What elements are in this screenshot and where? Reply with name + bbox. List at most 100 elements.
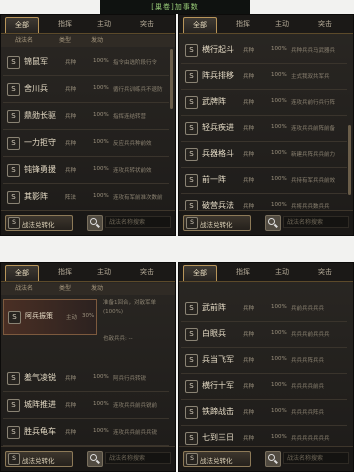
tactic-rate: 100% [93, 374, 109, 380]
list-item[interactable]: S 鼎勋长驱 兵种 100% 指挥连结转营 [3, 103, 169, 130]
tactic-rate: 100% [271, 72, 287, 78]
tab-bar: 全部 指挥 主动 突击 [179, 15, 353, 34]
tab-all[interactable]: 全部 [5, 17, 39, 33]
tactic-type: 兵种 [65, 376, 77, 382]
tactic-convert-button[interactable]: S 战法兑转化 [183, 451, 251, 467]
tactic-convert-button[interactable]: S 战法兑转化 [183, 215, 251, 231]
tactic-name: 武牌阵 [202, 97, 226, 106]
tactic-type: 兵种 [65, 114, 77, 120]
search-icon[interactable] [87, 215, 103, 231]
s-rank-icon: S [8, 217, 20, 229]
search-icon[interactable] [265, 215, 281, 231]
list-item[interactable]: S 阵兵排移 兵种 100% 主式我双共军兵 [181, 63, 347, 90]
search-input[interactable]: 战法名称搜索 [105, 452, 171, 464]
tab-active[interactable]: 主动 [87, 17, 121, 32]
tab-all[interactable]: 全部 [183, 17, 217, 33]
tactic-rate: 100% [271, 150, 287, 156]
list-item[interactable]: S 武前阵 兵种 100% 兵前兵兵兵兵 [181, 295, 347, 322]
list-item[interactable]: S 横行十军 兵种 100% 兵兵兵兵前兵 [181, 373, 347, 400]
tactic-desc: 兵兵兵兵前兵 [291, 384, 325, 390]
tactic-panel-bottom-right: 全部 指挥 主动 突击 S 武前阵 兵种 100% 兵前兵兵兵兵 S 白眼兵 兵种 100% 兵… [178, 262, 354, 472]
tactic-name: 阵兵排移 [202, 71, 234, 80]
s-rank-icon: S [7, 399, 20, 412]
tactic-type: 兵种 [243, 178, 255, 184]
s-rank-icon: S [185, 406, 198, 419]
tab-all[interactable]: 全部 [5, 265, 39, 281]
s-rank-icon: S [185, 380, 198, 393]
list-item[interactable]: S 轻兵疾进 兵种 100% 连攻兵兵前阵前备 [181, 115, 347, 142]
tactic-rate: 100% [271, 408, 287, 414]
scrollbar[interactable] [348, 125, 351, 195]
tactic-rate: 100% [93, 85, 109, 91]
tactic-type: 兵种 [65, 87, 77, 93]
list-item[interactable]: S 锦鼠军 兵种 100% 指令由选阶段行令 [3, 49, 169, 76]
tactic-convert-button[interactable]: S 战法兑转化 [5, 451, 73, 467]
s-rank-icon: S [185, 432, 198, 445]
list-item[interactable]: S 武牌阵 兵种 100% 连攻兵前行兵行阵 [181, 89, 347, 116]
tactic-desc: 兵兵兵阵兵兵 [291, 358, 325, 364]
tab-command[interactable]: 指挥 [227, 265, 259, 280]
tab-assault[interactable]: 突击 [305, 17, 345, 32]
tactic-name: 舍川兵 [24, 84, 48, 93]
list-item[interactable]: S 兵器格斗 兵种 100% 新建兵阵兵兵前力 [181, 141, 347, 168]
s-rank-icon: S [8, 453, 20, 465]
tab-assault[interactable]: 突击 [305, 265, 345, 280]
tactic-type: 兵种 [243, 332, 255, 338]
tactic-desc: 连攻兵兵前兵兵锐 [113, 430, 158, 436]
tactic-rate: 100% [93, 193, 109, 199]
s-rank-icon: S [8, 311, 21, 324]
header-name: 战法名 [15, 37, 34, 44]
list-item[interactable]: S 兵当飞军 兵种 100% 兵兵兵阵兵兵 [181, 347, 347, 374]
tab-active[interactable]: 主动 [265, 265, 299, 280]
tactic-name: 兵器格斗 [202, 149, 234, 158]
tactic-type: 兵种 [243, 204, 255, 210]
tactic-desc: 连攻有军前准次数前 [113, 195, 163, 201]
tactic-name: 轻兵疾进 [202, 123, 234, 132]
s-rank-icon: S [7, 426, 20, 439]
tab-active[interactable]: 主动 [265, 17, 299, 32]
list-item[interactable]: S 钝锋勇援 兵种 100% 连攻兵转状前效 [3, 157, 169, 184]
search-input[interactable]: 战法名称搜索 [105, 216, 171, 228]
s-rank-icon: S [7, 137, 20, 150]
tab-command[interactable]: 指挥 [227, 17, 259, 32]
tactic-type: 兵种 [65, 430, 77, 436]
tactic-type: 兵种 [243, 436, 255, 442]
list-item[interactable]: S 舍川兵 兵种 100% 循行兵训练兵不退防 [3, 76, 169, 103]
tactic-type: 兵种 [243, 74, 255, 80]
s-rank-icon: S [7, 83, 20, 96]
tactic-rate: 100% [93, 401, 109, 407]
tactic-rate: 100% [271, 202, 287, 208]
list-item[interactable]: S 白眼兵 兵种 100% 兵兵兵前兵兵兵 [181, 321, 347, 348]
tab-assault[interactable]: 突击 [127, 17, 167, 32]
tab-all[interactable]: 全部 [183, 265, 217, 281]
search-input[interactable]: 战法名称搜索 [283, 216, 349, 228]
list-item[interactable]: S 铁蹄战击 兵种 100% 兵兵兵兵阵兵 [181, 399, 347, 426]
search-icon[interactable] [87, 451, 103, 467]
tab-command[interactable]: 指挥 [49, 265, 81, 280]
scrollbar[interactable] [170, 49, 173, 109]
list-item[interactable]: S 横行起斗 兵种 100% 兵种兵兵马武器兵 [181, 37, 347, 64]
tab-bar: 全部 指挥 主动 突击 [1, 263, 175, 282]
tactic-desc: 连攻兵兵前阵前备 [291, 126, 336, 132]
header-trigger: 发动 [91, 37, 104, 44]
search-input[interactable]: 战法名称搜索 [283, 452, 349, 464]
tactic-desc: 兵兵兵前兵兵兵 [291, 332, 330, 338]
search-icon[interactable] [265, 451, 281, 467]
tactic-name: 横行起斗 [202, 45, 234, 54]
tactic-rate: 100% [271, 46, 287, 52]
list-item[interactable]: S 城阵推进 兵种 100% 连攻兵兵前兵锐前 [3, 392, 169, 419]
tactic-convert-button[interactable]: S 战法兑转化 [5, 215, 73, 231]
list-item[interactable]: S 前一阵 兵种 100% 兵持有军兵兵前效 [181, 167, 347, 194]
list-item[interactable]: S 一力拒守 兵种 100% 反应兵兵种前效 [3, 130, 169, 157]
list-item[interactable]: S 羞气凌锐 兵种 100% 阿兵行兵转锐 [3, 365, 169, 392]
detail-line: 准备1回合，对敌军单 [103, 300, 156, 306]
selected-list-item[interactable]: S 阿兵振策 主动 30% [3, 299, 97, 335]
tab-command[interactable]: 指挥 [49, 17, 81, 32]
list-item[interactable]: S 胜兵龟车 兵种 100% 连攻兵兵前兵兵锐 [3, 419, 169, 446]
tab-assault[interactable]: 突击 [127, 265, 167, 280]
s-rank-icon: S [185, 354, 198, 367]
list-item[interactable]: S 其影阵 阵法 100% 连攻有军前准次数前 [3, 184, 169, 211]
tactic-rate: 100% [271, 382, 287, 388]
tactic-rate: 100% [93, 428, 109, 434]
tab-active[interactable]: 主动 [87, 265, 121, 280]
